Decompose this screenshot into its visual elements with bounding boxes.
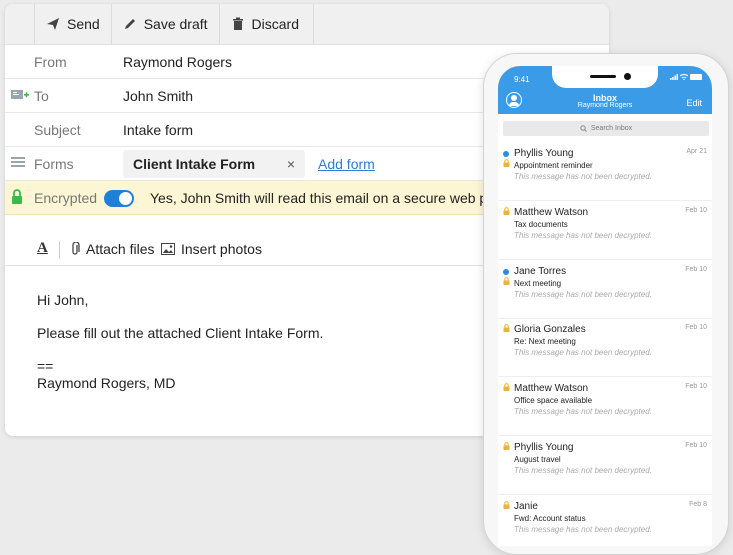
message-subject: Appointment reminder [514,161,593,170]
lock-icon [503,159,510,167]
subject-label: Subject [34,121,81,138]
inbox-header: 9:41 Inbox Raymond Rogers Edit [498,66,712,114]
message-sender: Matthew Watson [514,206,589,218]
message-sender: Janie [514,500,538,512]
search-placeholder: Search Inbox [590,125,633,132]
forms-label: Forms [34,155,74,172]
insert-photos-label: Insert photos [181,241,262,257]
form-chip[interactable]: Client Intake Form × [123,150,305,178]
phone-mockup: 9:41 Inbox Raymond Rogers Edit Search In… [483,53,729,555]
status-time: 9:41 [514,75,530,84]
message-preview: This message has not been decrypted. [514,348,652,358]
message-subject: August travel [514,455,561,464]
message-list-item[interactable]: Phyllis Young Feb 10 August travel This mes… [498,436,712,495]
discard-button[interactable]: Discard [218,4,314,44]
message-sender: Matthew Watson [514,383,589,395]
lock-icon [503,276,510,285]
message-date: Feb 10 [685,324,707,332]
phone-screen: 9:41 Inbox Raymond Rogers Edit Search In… [498,66,712,546]
add-form-link[interactable]: Add form [318,156,375,172]
message-sender: Gloria Gonzales [514,324,586,336]
message-subject: Office space available [514,396,593,406]
paperclip-icon [72,242,80,255]
font-format-button[interactable]: A [37,240,48,257]
message-list-item[interactable]: Phyllis Young Apr 21 Appointment reminder T… [498,142,712,201]
message-date: Feb 8 [689,500,707,508]
message-sender: Phyllis Young [514,442,574,453]
insert-photos-button[interactable]: Insert photos [161,241,262,257]
to-value[interactable]: John Smith [123,88,193,104]
message-list-item[interactable]: Gloria Gonzales Feb 10 Re: Next meeting Thi… [498,318,712,378]
signature: Raymond Rogers, MD [37,375,176,391]
message-date: Feb 10 [685,442,707,449]
message-date: Feb 10 [685,265,707,273]
from-label: From [34,53,67,70]
inbox-subtitle: Raymond Rogers [577,102,633,109]
message-preview: This message has not been decrypted. [514,466,652,475]
body-line: Please fill out the attached Client Inta… [37,325,324,341]
lock-icon [503,324,510,333]
battery-icon [690,74,702,80]
message-list-item[interactable]: Matthew Watson Feb 10 Tax documents This me… [498,201,712,260]
search-icon [580,125,587,132]
subject-value[interactable]: Intake form [123,122,193,138]
phone-notch [552,66,658,88]
message-date: Feb 10 [685,206,707,214]
message-body[interactable]: Hi John, Please fill out the attached Cl… [37,292,323,392]
message-subject: Next meeting [514,278,562,288]
body-greeting: Hi John, [37,292,89,308]
message-preview: This message has not been decrypted. [514,407,652,417]
save-draft-button[interactable]: Save draft [110,4,219,44]
message-date: Feb 10 [685,383,707,391]
signal-icon [670,74,678,80]
pencil-icon [124,19,135,29]
message-subject: Re: Next meeting [514,337,576,347]
lock-icon [503,500,510,509]
add-contact-icon[interactable] [11,88,29,104]
attach-files-label: Attach files [86,241,155,257]
status-icons [670,74,702,80]
signature-separator: == [37,358,54,374]
message-preview: This message has not been decrypted. [514,230,652,240]
send-button[interactable]: Send [34,4,111,44]
save-draft-label: Save draft [143,16,208,32]
lock-icon [503,206,510,215]
unread-dot [503,151,509,157]
message-subject: Fwd: Account status [514,513,586,523]
remove-form-button[interactable]: × [287,156,295,172]
unread-dot [503,268,509,275]
lock-icon [503,442,510,450]
forms-icon [11,156,25,172]
from-value[interactable]: Raymond Rogers [123,54,232,70]
discard-label: Discard [251,16,299,32]
message-preview: This message has not been decrypted. [514,524,652,534]
send-icon [47,18,59,30]
composer-toolbar: Send Save draft Discard [5,4,609,45]
message-list-item[interactable]: Jane Torres Feb 10 Next meeting This messag… [498,260,712,319]
message-subject: Tax documents [514,219,568,229]
wifi-icon [680,74,688,80]
message-sender: Phyllis Young [514,148,574,159]
form-chip-label: Client Intake Form [133,156,256,172]
message-date: Apr 21 [686,148,707,155]
encrypted-toggle[interactable] [104,190,134,207]
to-label: To [34,87,49,104]
message-list-item[interactable]: Matthew Watson Feb 10 Office space availab… [498,377,712,437]
edit-button[interactable]: Edit [686,98,702,108]
send-label: Send [67,16,100,32]
image-icon [161,243,175,255]
lock-icon [11,188,23,207]
inbox-search[interactable]: Search Inbox [503,121,709,136]
message-preview: This message has not been decrypted. [514,172,652,181]
trash-icon [232,17,243,30]
message-list-item[interactable]: Janie Feb 8 Fwd: Account status This messag… [498,495,712,546]
attach-files-button[interactable]: Attach files [71,241,154,257]
message-preview: This message has not been decrypted. [514,289,652,299]
toolbar-divider [59,241,60,259]
encrypted-message: Yes, John Smith will read this email on … [150,189,495,206]
message-sender: Jane Torres [514,265,567,277]
encrypted-label: Encrypted [34,189,98,206]
lock-icon [503,383,510,392]
